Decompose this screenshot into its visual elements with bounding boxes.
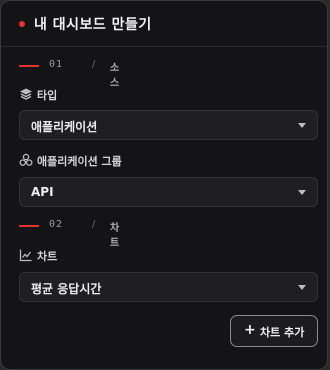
chart-select-value: 평균 응답시간 xyxy=(31,282,102,296)
line-chart-icon xyxy=(19,249,32,262)
app-group-icon xyxy=(19,153,33,166)
app-group-select-value: API xyxy=(31,185,54,199)
section-name: 소스 xyxy=(110,63,120,89)
dashboard-builder-panel: 내 대시보드 만들기 01 / 소스 타입 애플리케이션 애플리케이션 그룹 A… xyxy=(0,0,328,370)
panel-header: 내 대시보드 만들기 xyxy=(1,1,327,47)
section-accent-line xyxy=(19,65,39,67)
chart-select[interactable]: 평균 응답시간 xyxy=(19,272,318,302)
type-select[interactable]: 애플리케이션 xyxy=(19,110,318,140)
type-select-value: 애플리케이션 xyxy=(31,120,98,134)
page-title: 내 대시보드 만들기 xyxy=(34,17,152,33)
layers-icon xyxy=(20,88,32,100)
section-separator: / xyxy=(92,219,96,230)
add-chart-label: 차트 추가 xyxy=(260,326,305,339)
chart-label: 차트 xyxy=(37,250,58,263)
caret-down-icon xyxy=(298,190,306,195)
section-accent-line xyxy=(19,225,39,227)
section-number: 01 xyxy=(49,59,64,70)
app-group-select[interactable]: API xyxy=(19,177,318,207)
caret-down-icon xyxy=(298,123,306,128)
type-label: 타입 xyxy=(37,89,58,102)
red-dot-icon xyxy=(19,21,25,27)
add-chart-button[interactable]: + 차트 추가 xyxy=(230,315,318,347)
section-name: 차트 xyxy=(110,223,120,249)
plus-icon: + xyxy=(244,322,256,338)
section-separator: / xyxy=(92,59,96,70)
caret-down-icon xyxy=(298,285,306,290)
app-group-label: 애플리케이션 그룹 xyxy=(37,155,122,168)
section-number: 02 xyxy=(49,219,64,230)
